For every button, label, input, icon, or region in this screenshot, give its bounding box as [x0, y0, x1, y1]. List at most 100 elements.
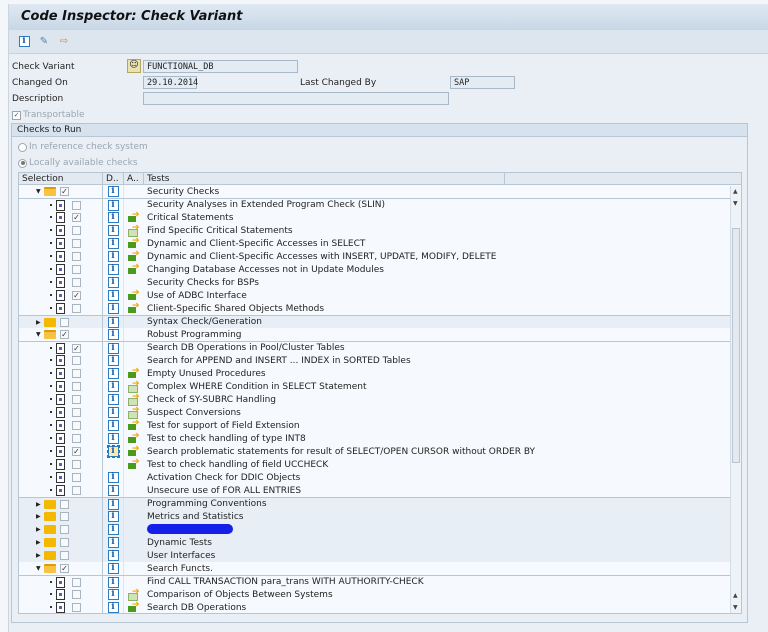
tree-row[interactable]: i Search for APPEND and INSERT ... INDEX … — [19, 354, 741, 367]
tree-row[interactable]: i Complex WHERE Condition in SELECT State… — [19, 379, 741, 393]
select-checkbox[interactable] — [72, 265, 81, 274]
column-header-attributes[interactable]: A.. — [124, 173, 144, 184]
collapse-icon[interactable]: ▼ — [36, 331, 41, 338]
glasses-edit-icon[interactable]: ✎ — [37, 35, 51, 48]
select-checkbox[interactable] — [72, 486, 81, 495]
variant-value-help-icon[interactable]: ☺ — [127, 59, 141, 73]
info-icon[interactable]: i — [107, 329, 119, 340]
collapse-icon[interactable]: ▼ — [36, 188, 41, 195]
select-checkbox[interactable] — [72, 304, 81, 313]
select-checkbox[interactable] — [60, 512, 69, 521]
select-checkbox[interactable] — [72, 577, 81, 587]
maintain-attributes-icon[interactable] — [128, 249, 140, 261]
scroll-up-icon[interactable]: ▲ — [733, 188, 738, 195]
select-checkbox[interactable]: ✓ — [60, 330, 69, 339]
check-variant-field[interactable]: FUNCTIONAL_DB — [143, 60, 298, 73]
tree-row[interactable]: i Activation Check for DDIC Objects — [19, 471, 741, 484]
maintain-attributes-icon[interactable] — [128, 223, 140, 237]
expand-icon[interactable]: ▶ — [36, 552, 41, 559]
tree-row[interactable]: ✓ i Use of ADBC Interface — [19, 288, 741, 302]
tree-row[interactable]: ▼ ✓ i Robust Programming — [19, 328, 741, 341]
tree-row[interactable]: i Security Analyses in Extended Program C… — [19, 198, 741, 212]
info-icon[interactable]: i — [107, 264, 119, 275]
tree-row[interactable]: i Find Specific Critical Statements — [19, 223, 741, 237]
scroll-down-icon[interactable]: ▼ — [733, 604, 738, 611]
select-checkbox[interactable]: ✓ — [72, 291, 81, 300]
tree-row[interactable]: i Dynamic and Client-Specific Accesses wi… — [19, 249, 741, 263]
tree-row[interactable]: ▶ i Dynamic Tests — [19, 536, 741, 549]
maintain-attributes-icon[interactable] — [128, 405, 140, 419]
info-icon[interactable]: i — [107, 550, 119, 561]
info-icon[interactable]: i — [107, 225, 119, 236]
maintain-attributes-icon[interactable] — [128, 288, 140, 300]
tree-row[interactable]: i Find CALL TRANSACTION para_trans WITH A… — [19, 575, 741, 589]
tree-row[interactable]: i Dynamic and Client-Specific Accesses in… — [19, 236, 741, 250]
select-checkbox[interactable] — [72, 200, 81, 210]
tree-row[interactable]: ▶ i Programming Conventions — [19, 497, 741, 511]
maintain-attributes-icon[interactable] — [128, 262, 140, 274]
info-icon[interactable]: i — [107, 563, 119, 574]
column-header-documentation[interactable]: D.. — [103, 173, 124, 184]
collapse-icon[interactable]: ▼ — [36, 565, 41, 572]
expand-icon[interactable]: ▶ — [36, 513, 41, 520]
expand-icon[interactable]: ▶ — [36, 526, 41, 533]
select-checkbox[interactable] — [72, 395, 81, 404]
info-icon[interactable]: i — [107, 303, 119, 314]
info-icon[interactable]: i — [107, 576, 119, 588]
column-header-tests[interactable]: Tests — [144, 173, 505, 184]
tree-row[interactable]: i Unsecure use of FOR ALL ENTRIES — [19, 484, 741, 497]
tree-row[interactable]: ✓ i Critical Statements — [19, 210, 741, 224]
scroll-up-icon[interactable]: ▲ — [733, 592, 738, 599]
maintain-attributes-icon[interactable] — [128, 392, 140, 406]
tree-row[interactable]: i Check of SY-SUBRC Handling — [19, 392, 741, 406]
select-checkbox[interactable] — [60, 499, 69, 509]
maintain-attributes-icon[interactable] — [128, 418, 140, 430]
select-checkbox[interactable] — [72, 434, 81, 443]
expand-icon[interactable]: ▶ — [36, 501, 41, 508]
info-icon[interactable]: i — [107, 407, 119, 418]
select-checkbox[interactable] — [60, 525, 69, 534]
info-icon[interactable]: i — [107, 251, 119, 262]
description-field[interactable] — [143, 92, 449, 105]
tree-row[interactable]: i Comparison of Objects Between Systems — [19, 587, 741, 601]
info-icon[interactable]: i — [107, 355, 119, 366]
info-icon[interactable]: i — [17, 35, 31, 48]
select-checkbox[interactable]: ✓ — [60, 564, 69, 573]
tree-row[interactable]: i Test for support of Field Extension — [19, 418, 741, 432]
info-icon[interactable]: i — [107, 602, 119, 613]
tree-row[interactable]: i Security Checks for BSPs — [19, 276, 741, 289]
column-header-selection[interactable]: Selection — [19, 173, 103, 184]
info-icon[interactable]: i — [107, 316, 119, 328]
tree-row[interactable]: ▶ i Syntax Check/Generation — [19, 315, 741, 329]
info-icon[interactable]: i — [107, 511, 119, 522]
info-icon[interactable]: i — [107, 381, 119, 392]
info-icon[interactable]: i — [106, 445, 120, 458]
info-icon[interactable]: i — [107, 290, 119, 301]
info-icon[interactable]: i — [107, 394, 119, 405]
info-icon[interactable]: i — [107, 238, 119, 249]
maintain-attributes-icon[interactable] — [128, 379, 140, 393]
select-checkbox[interactable] — [72, 239, 81, 248]
select-checkbox[interactable] — [72, 421, 81, 430]
info-icon[interactable]: i — [107, 199, 119, 211]
select-checkbox[interactable] — [72, 473, 81, 482]
select-checkbox[interactable]: ✓ — [72, 213, 81, 222]
select-checkbox[interactable] — [72, 460, 81, 469]
info-icon[interactable]: i — [107, 433, 119, 444]
transport-icon[interactable]: ⇨ — [57, 35, 71, 48]
select-checkbox[interactable]: ✓ — [72, 447, 81, 456]
tree-row[interactable]: ✓ i Search problematic statements for resu… — [19, 444, 741, 458]
info-icon[interactable]: i — [107, 368, 119, 379]
tree-row[interactable]: Test to check handling of field UCCHECK — [19, 457, 741, 471]
expand-icon[interactable]: ▶ — [36, 539, 41, 546]
tree-row[interactable]: i Empty Unused Procedures — [19, 366, 741, 380]
info-icon[interactable]: i — [107, 186, 119, 197]
tree-row[interactable]: ▼ ✓ i Search Functs. — [19, 562, 741, 575]
select-checkbox[interactable] — [72, 408, 81, 417]
info-icon[interactable]: i — [107, 420, 119, 431]
info-icon[interactable]: i — [107, 472, 119, 483]
info-icon[interactable]: i — [107, 498, 119, 510]
tree-row[interactable]: i Changing Database Accesses not in Updat… — [19, 262, 741, 276]
tree-row[interactable]: i Suspect Conversions — [19, 405, 741, 419]
vertical-scrollbar[interactable]: ▲ ▼ ▲ ▼ — [730, 186, 741, 613]
